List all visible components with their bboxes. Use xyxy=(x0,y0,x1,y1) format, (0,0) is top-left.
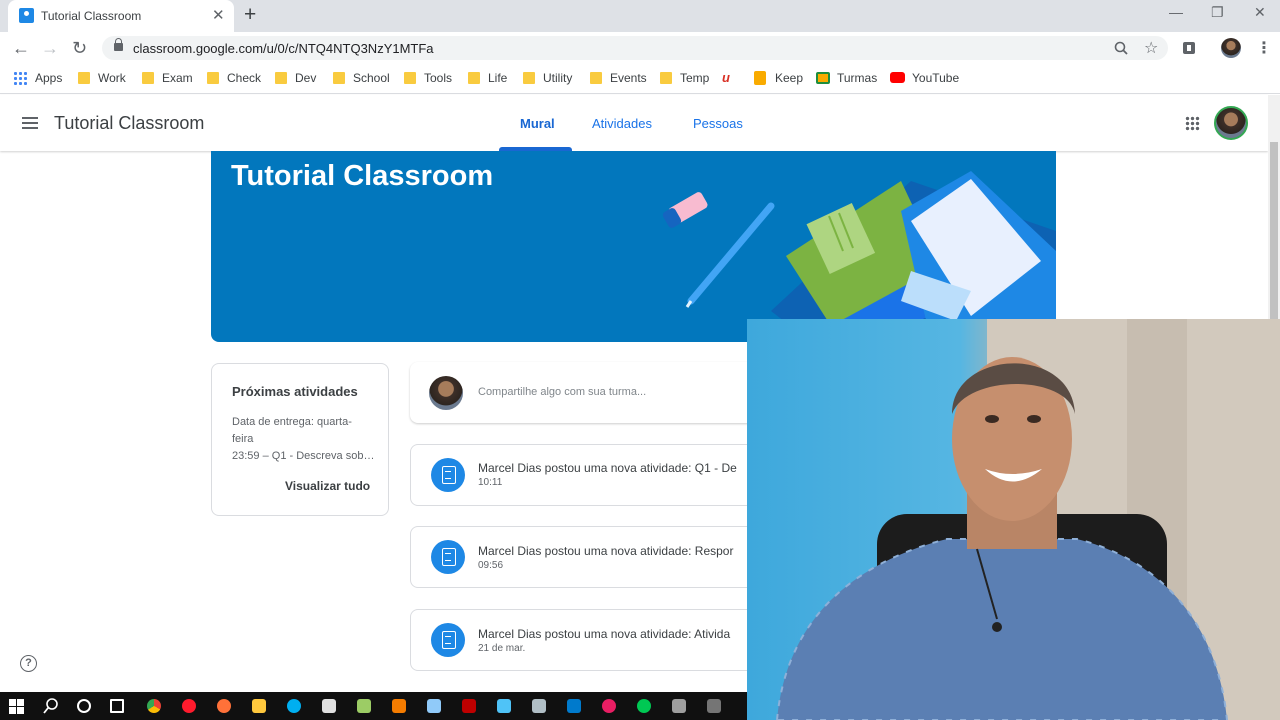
bookmark-tools[interactable]: Tools xyxy=(424,71,452,85)
firefox-icon[interactable] xyxy=(217,699,231,713)
folder-icon xyxy=(660,72,672,84)
reload-icon[interactable]: ↻ xyxy=(72,38,87,59)
webcam-overlay xyxy=(747,319,1280,720)
folder-icon xyxy=(78,72,90,84)
tab-atividades[interactable]: Atividades xyxy=(592,116,652,131)
file-explorer-icon[interactable] xyxy=(252,699,266,713)
chrome-profile-avatar[interactable] xyxy=(1221,38,1241,58)
browser-tab[interactable]: Tutorial Classroom ✕ xyxy=(8,0,234,32)
restore-icon[interactable]: ❐ xyxy=(1211,4,1224,21)
back-arrow-icon[interactable]: ← xyxy=(12,38,30,59)
monitor-app-icon[interactable] xyxy=(497,699,511,713)
lock-icon[interactable] xyxy=(114,38,123,51)
post-time: 21 de mar. xyxy=(478,643,526,654)
flickr-app-icon[interactable] xyxy=(602,699,616,713)
bookmark-keep[interactable]: Keep xyxy=(775,71,803,85)
folder-icon xyxy=(275,72,287,84)
xampp-icon[interactable] xyxy=(392,699,406,713)
class-title[interactable]: Tutorial Classroom xyxy=(54,113,204,134)
folder-icon xyxy=(523,72,535,84)
assignment-icon xyxy=(431,540,465,574)
folder-icon xyxy=(468,72,480,84)
post-title[interactable]: Marcel Dias postou uma nova atividade: R… xyxy=(478,544,733,558)
view-all-button[interactable]: Visualizar tudo xyxy=(285,479,370,493)
opera-icon[interactable] xyxy=(182,699,196,713)
folder-icon xyxy=(590,72,602,84)
zoom-icon[interactable] xyxy=(1114,41,1128,55)
tab-mural[interactable]: Mural xyxy=(520,116,555,131)
post-title[interactable]: Marcel Dias postou uma nova atividade: A… xyxy=(478,627,730,641)
minimize-icon[interactable]: — xyxy=(1169,4,1183,20)
document-app-icon[interactable] xyxy=(532,699,546,713)
bookmark-dev[interactable]: Dev xyxy=(295,71,316,85)
upcoming-due-day: feira xyxy=(232,433,254,445)
bookmark-life[interactable]: Life xyxy=(488,71,507,85)
chrome-taskbar-icon[interactable] xyxy=(147,699,161,713)
folder-icon xyxy=(404,72,416,84)
misc-app-icon[interactable] xyxy=(707,699,721,713)
new-tab-button[interactable]: + xyxy=(244,3,256,27)
bookmark-temp[interactable]: Temp xyxy=(680,71,709,85)
skype-icon[interactable] xyxy=(287,699,301,713)
upcoming-assignment-link[interactable]: 23:59 – Q1 - Descreva sob… xyxy=(232,450,374,462)
presenter-video xyxy=(775,319,1280,720)
assignment-icon xyxy=(431,458,465,492)
bookmark-school[interactable]: School xyxy=(353,71,390,85)
green-app-icon[interactable] xyxy=(637,699,651,713)
post-time: 09:56 xyxy=(478,560,504,571)
bookmark-check[interactable]: Check xyxy=(227,71,261,85)
bookmark-work[interactable]: Work xyxy=(98,71,126,85)
chrome-menu-icon[interactable]: ⋮ xyxy=(1256,38,1272,58)
windows-start-icon[interactable] xyxy=(9,699,24,714)
ulearn-icon[interactable]: u xyxy=(722,70,730,85)
extension-shield-icon[interactable] xyxy=(1182,41,1196,55)
tab-pessoas[interactable]: Pessoas xyxy=(693,116,743,131)
youtube-icon xyxy=(890,72,905,83)
window-close-icon[interactable]: ✕ xyxy=(1254,4,1266,21)
apps-grid-icon[interactable] xyxy=(13,71,27,85)
help-icon[interactable]: ? xyxy=(20,655,37,672)
account-avatar[interactable] xyxy=(1214,106,1248,140)
classroom-icon xyxy=(816,72,830,84)
post-time: 10:11 xyxy=(478,477,503,488)
vscode-icon[interactable] xyxy=(567,699,581,713)
cortana-icon[interactable] xyxy=(77,699,91,713)
tab-title: Tutorial Classroom xyxy=(41,9,142,23)
user-avatar xyxy=(429,376,463,410)
bookmark-youtube[interactable]: YouTube xyxy=(912,71,959,85)
forward-arrow-icon[interactable]: → xyxy=(41,38,59,59)
upcoming-due-label: Data de entrega: quarta- xyxy=(232,416,352,428)
keep-icon xyxy=(754,71,766,85)
filezilla-icon[interactable] xyxy=(462,699,476,713)
bookmark-apps[interactable]: Apps xyxy=(35,71,62,85)
google-apps-icon[interactable] xyxy=(1185,116,1200,131)
box-app-icon[interactable] xyxy=(427,699,441,713)
url-text[interactable]: classroom.google.com/u/0/c/NTQ4NTQ3NzY1M… xyxy=(133,41,434,56)
taskbar-search-icon[interactable] xyxy=(43,698,59,714)
bookmark-star-icon[interactable]: ☆ xyxy=(1144,38,1158,58)
close-tab-icon[interactable]: ✕ xyxy=(212,6,225,24)
folder-icon xyxy=(207,72,219,84)
task-view-icon[interactable] xyxy=(110,699,124,713)
bookmark-events[interactable]: Events xyxy=(610,71,647,85)
camera-icon[interactable] xyxy=(322,699,336,713)
bookmark-turmas[interactable]: Turmas xyxy=(837,71,877,85)
classroom-favicon-icon xyxy=(19,8,34,23)
banner-title: Tutorial Classroom xyxy=(231,160,494,192)
share-input[interactable]: Compartilhe algo com sua turma... xyxy=(478,386,646,398)
folder-icon xyxy=(333,72,345,84)
assignment-icon xyxy=(431,623,465,657)
menu-icon[interactable] xyxy=(22,117,38,129)
bookmark-exam[interactable]: Exam xyxy=(162,71,193,85)
post-title[interactable]: Marcel Dias postou uma nova atividade: Q… xyxy=(478,461,737,475)
notepad-icon[interactable] xyxy=(357,699,371,713)
folder-icon xyxy=(142,72,154,84)
media-app-icon[interactable] xyxy=(672,699,686,713)
bookmark-utility[interactable]: Utility xyxy=(543,71,572,85)
upcoming-heading: Próximas atividades xyxy=(232,384,358,399)
